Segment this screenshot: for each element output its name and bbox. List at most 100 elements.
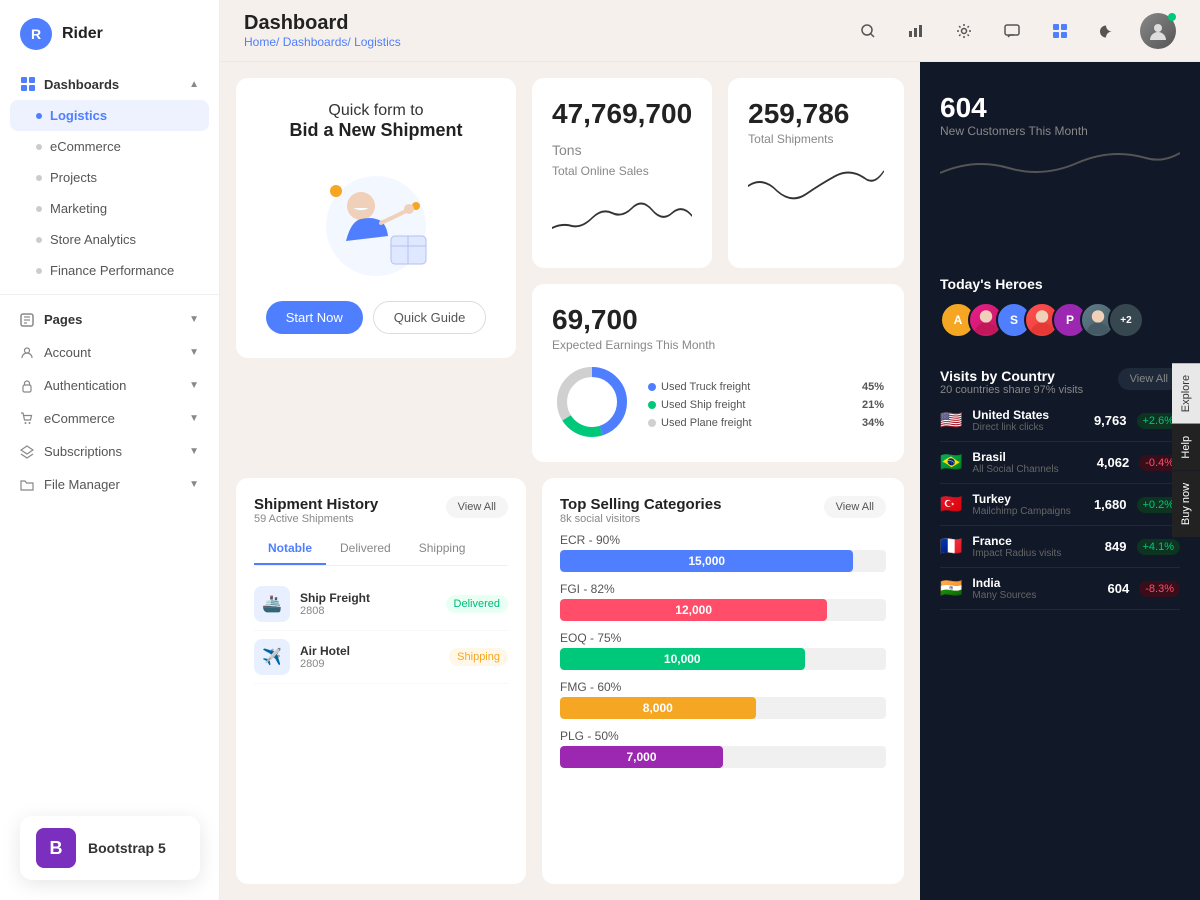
legend-item-plane: Used Plane freight 34% xyxy=(648,417,884,429)
sidebar-item-logistics[interactable]: Logistics xyxy=(10,100,209,131)
sidebar-item-authentication[interactable]: Authentication ▼ xyxy=(0,369,219,402)
tab-notable[interactable]: Notable xyxy=(254,533,326,565)
top-right-cards: 47,769,700 Tons Total Online Sales xyxy=(532,78,904,462)
tab-delivered[interactable]: Delivered xyxy=(326,533,405,565)
category-bar-4: PLG - 50% 7,000 xyxy=(560,729,886,768)
chevron-icon: ▼ xyxy=(189,479,199,490)
chevron-icon: ▼ xyxy=(189,347,199,358)
sidebar: R Rider Dashboards ▲ Logistics eCommerce… xyxy=(0,0,220,900)
ship-icon: 🚢 xyxy=(254,586,290,622)
earnings-number: 69,700 xyxy=(552,304,884,336)
right-panel: 604 New Customers This Month Today's Her… xyxy=(920,62,1200,900)
app-name: Rider xyxy=(62,25,103,43)
dot xyxy=(36,175,42,181)
ship-id: 2808 xyxy=(300,605,436,617)
shipments-chart xyxy=(748,156,884,216)
shipment-subtitle: 59 Active Shipments xyxy=(254,513,378,525)
promo-line1: Quick form to xyxy=(289,102,462,120)
shipments-number: 259,786 xyxy=(748,98,884,130)
buy-now-tab[interactable]: Buy now xyxy=(1172,471,1200,537)
start-now-button[interactable]: Start Now xyxy=(266,301,363,334)
main-content: Quick form to Bid a New Shipment xyxy=(220,62,920,900)
ship-id-2: 2809 xyxy=(300,658,439,670)
earnings-label: Expected Earnings This Month xyxy=(552,338,884,352)
shipment-history-card: Shipment History 59 Active Shipments Vie… xyxy=(236,478,526,884)
sidebar-item-subscriptions[interactable]: Subscriptions ▼ xyxy=(0,435,219,468)
category-bar-2: EOQ - 75% 10,000 xyxy=(560,631,886,670)
quick-guide-button[interactable]: Quick Guide xyxy=(373,301,487,334)
category-bar-0: ECR - 90% 15,000 xyxy=(560,533,886,572)
sidebar-item-projects[interactable]: Projects xyxy=(0,162,219,193)
topbar: Dashboard Home/ Dashboards/ Logistics xyxy=(220,0,1200,62)
sidebar-item-account[interactable]: Account ▼ xyxy=(0,336,219,369)
donut-container: Used Truck freight 45% Used Ship freight… xyxy=(552,362,884,442)
heroes-section: Today's Heroes A S P +2 xyxy=(920,262,1200,352)
heroes-title: Today's Heroes xyxy=(940,276,1180,292)
bootstrap-icon: B xyxy=(36,828,76,868)
ship-name: Ship Freight xyxy=(300,591,436,605)
customers-chart xyxy=(940,138,1180,198)
hero-avatar-extra: +2 xyxy=(1108,302,1144,338)
promo-card: Quick form to Bid a New Shipment xyxy=(236,78,516,462)
country-row-3: 🇫🇷 France Impact Radius visits 849 +4.1% xyxy=(940,526,1180,568)
customers-label: New Customers This Month xyxy=(940,124,1180,138)
settings-icon[interactable] xyxy=(948,15,980,47)
shipment-item-2: ✈️ Air Hotel 2809 Shipping xyxy=(254,631,508,684)
donut-chart xyxy=(552,362,632,442)
dark-mode-icon[interactable] xyxy=(1092,15,1124,47)
sidebar-item-pages[interactable]: Pages ▼ xyxy=(0,303,219,336)
total-sales-card: 47,769,700 Tons Total Online Sales xyxy=(532,78,712,268)
categories-bars: ECR - 90% 15,000 FGI - 82% 12,000 EOQ - … xyxy=(560,533,886,768)
sidebar-divider xyxy=(0,294,219,295)
country-row-4: 🇮🇳 India Many Sources 604 -8.3% xyxy=(940,568,1180,610)
categories-subtitle: 8k social visitors xyxy=(560,513,721,525)
chat-icon[interactable] xyxy=(996,15,1028,47)
page-title: Dashboard xyxy=(244,12,401,35)
shipment-view-all[interactable]: View All xyxy=(446,496,508,518)
grid-view-icon[interactable] xyxy=(1044,15,1076,47)
explore-tab[interactable]: Explore xyxy=(1172,363,1200,424)
earnings-card: 69,700 Expected Earnings This Month xyxy=(532,284,904,462)
country-view-all[interactable]: View All xyxy=(1118,368,1180,390)
chevron-icon: ▼ xyxy=(189,413,199,424)
logo-icon: R xyxy=(20,18,52,50)
sales-label: Total Online Sales xyxy=(552,164,692,178)
air-icon: ✈️ xyxy=(254,639,290,675)
promo-buttons: Start Now Quick Guide xyxy=(266,301,487,334)
shipment-tabs: Notable Delivered Shipping xyxy=(254,533,508,566)
grid-icon xyxy=(20,76,36,92)
main-area: Dashboard Home/ Dashboards/ Logistics xyxy=(220,0,1200,900)
bootstrap-card: B Bootstrap 5 xyxy=(20,816,200,880)
promo-illustration xyxy=(296,161,456,281)
help-tab[interactable]: Help xyxy=(1172,424,1200,471)
shipment-header: Shipment History 59 Active Shipments Vie… xyxy=(254,496,508,525)
categories-view-all[interactable]: View All xyxy=(824,496,886,518)
dot xyxy=(36,237,42,243)
person-icon xyxy=(20,346,34,360)
side-tabs: Explore Help Buy now xyxy=(1172,363,1200,537)
dashboards-group[interactable]: Dashboards ▲ xyxy=(0,68,219,100)
sidebar-item-ecommerce-page[interactable]: eCommerce ▼ xyxy=(0,402,219,435)
promo-line2: Bid a New Shipment xyxy=(289,120,462,141)
topbar-right xyxy=(852,13,1176,49)
active-dot xyxy=(36,113,42,119)
sidebar-item-ecommerce[interactable]: eCommerce xyxy=(0,131,219,162)
sidebar-item-finance[interactable]: Finance Performance xyxy=(0,255,219,286)
sidebar-item-marketing[interactable]: Marketing xyxy=(0,193,219,224)
sidebar-item-store-analytics[interactable]: Store Analytics xyxy=(0,224,219,255)
search-icon[interactable] xyxy=(852,15,884,47)
dot xyxy=(36,206,42,212)
new-customers-card: 604 New Customers This Month xyxy=(920,62,1200,262)
content-wrapper: Quick form to Bid a New Shipment xyxy=(220,62,1200,900)
legend-item-truck: Used Truck freight 45% xyxy=(648,381,884,393)
app-logo[interactable]: R Rider xyxy=(0,0,219,68)
avatar-container xyxy=(1140,13,1176,49)
online-indicator xyxy=(1168,13,1176,21)
tab-shipping[interactable]: Shipping xyxy=(405,533,480,565)
sidebar-item-file-manager[interactable]: File Manager ▼ xyxy=(0,468,219,501)
dot xyxy=(36,268,42,274)
bootstrap-label: Bootstrap 5 xyxy=(88,840,166,856)
pages-icon xyxy=(20,313,34,327)
ship-info: Ship Freight 2808 xyxy=(300,591,436,617)
chart-icon[interactable] xyxy=(900,15,932,47)
